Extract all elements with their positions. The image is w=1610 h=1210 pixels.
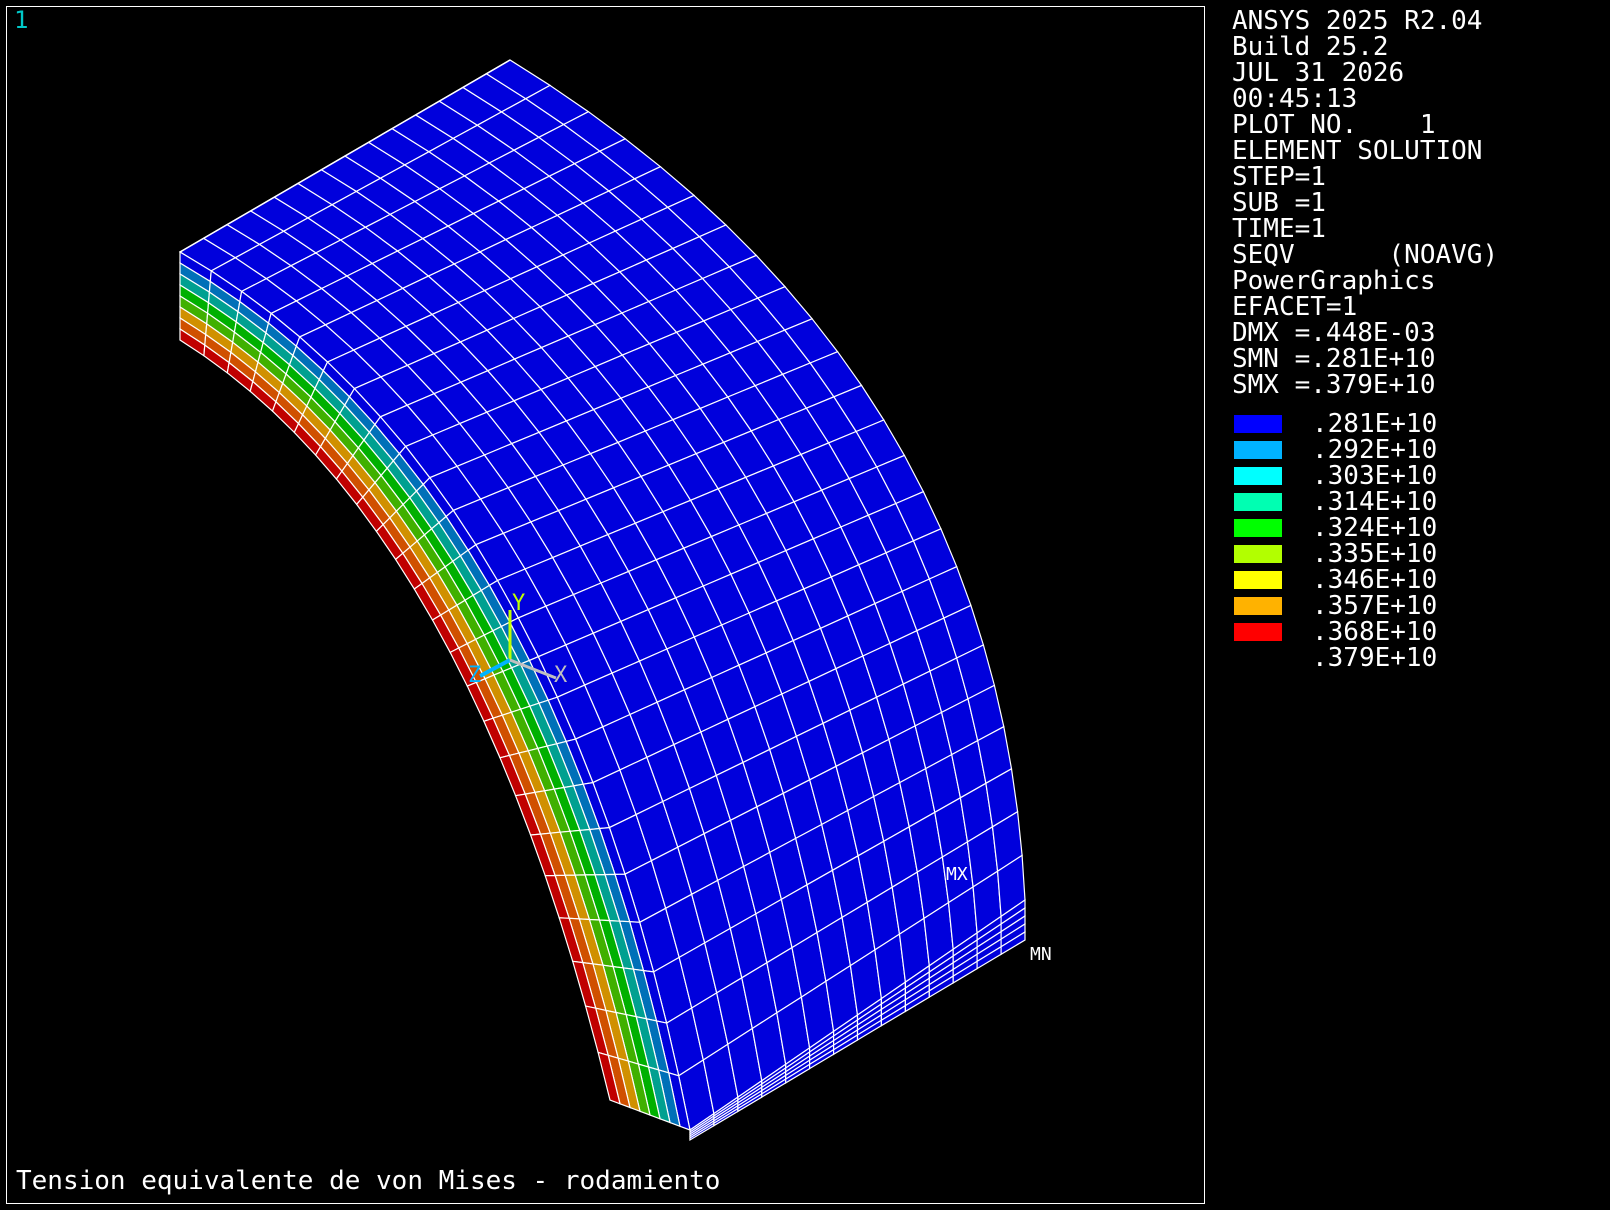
info-line: ANSYS 2025 R2.04 <box>1232 6 1483 36</box>
contour-legend: .281E+10.292E+10.303E+10.314E+10.324E+10… <box>1232 411 1602 671</box>
legend-swatch <box>1234 545 1282 563</box>
info-line: STEP=1 <box>1232 162 1326 192</box>
info-line: DMX =.448E-03 <box>1232 318 1436 348</box>
triad-y-label: Y <box>512 591 525 616</box>
legend-swatch <box>1234 519 1282 537</box>
legend-value: .357E+10 <box>1312 591 1438 621</box>
info-line: SUB =1 <box>1232 188 1326 218</box>
plot-title: Tension equivalente de von Mises - rodam… <box>16 1166 721 1196</box>
legend-row: .324E+10 <box>1232 515 1602 541</box>
legend-swatch <box>1234 415 1282 433</box>
legend-row: .357E+10 <box>1232 593 1602 619</box>
plot-info-panel: ANSYS 2025 R2.04 Build 25.2 JUL 31 2026 00:… <box>1232 8 1602 398</box>
min-marker: MN <box>1030 944 1052 965</box>
legend-swatch <box>1234 623 1282 641</box>
legend-row: .303E+10 <box>1232 463 1602 489</box>
info-line: PowerGraphics <box>1232 266 1436 296</box>
info-line: EFACET=1 <box>1232 292 1358 322</box>
legend-swatch <box>1234 493 1282 511</box>
info-line: 00:45:13 <box>1232 84 1358 114</box>
legend-swatch <box>1234 467 1282 485</box>
mesh-layer <box>178 59 1026 1142</box>
info-line: SMN =.281E+10 <box>1232 344 1436 374</box>
info-line: SEQV (NOAVG) <box>1232 240 1499 270</box>
legend-value: .379E+10 <box>1312 643 1438 673</box>
legend-value: .281E+10 <box>1312 409 1438 439</box>
legend-row: .368E+10 <box>1232 619 1602 645</box>
legend-row: .379E+10 <box>1232 645 1602 671</box>
triad-x-label: X <box>554 663 568 688</box>
legend-row: .346E+10 <box>1232 567 1602 593</box>
legend-value: .324E+10 <box>1312 513 1438 543</box>
info-line: SMX =.379E+10 <box>1232 370 1436 400</box>
info-line: TIME=1 <box>1232 214 1326 244</box>
triad-z-label: Z <box>468 663 481 688</box>
legend-row: .314E+10 <box>1232 489 1602 515</box>
info-line: Build 25.2 <box>1232 32 1389 62</box>
legend-value: .335E+10 <box>1312 539 1438 569</box>
max-marker: MX <box>946 864 968 885</box>
legend-value: .346E+10 <box>1312 565 1438 595</box>
legend-value: .368E+10 <box>1312 617 1438 647</box>
legend-swatch <box>1234 441 1282 459</box>
info-line: ELEMENT SOLUTION <box>1232 136 1483 166</box>
info-line: JUL 31 2026 <box>1232 58 1405 88</box>
legend-value: .303E+10 <box>1312 461 1438 491</box>
legend-value: .292E+10 <box>1312 435 1438 465</box>
legend-row: .335E+10 <box>1232 541 1602 567</box>
legend-value: .314E+10 <box>1312 487 1438 517</box>
legend-row: .281E+10 <box>1232 411 1602 437</box>
legend-swatch <box>1234 597 1282 615</box>
legend-row: .292E+10 <box>1232 437 1602 463</box>
info-line: PLOT NO. 1 <box>1232 110 1436 140</box>
legend-swatch <box>1234 571 1282 589</box>
